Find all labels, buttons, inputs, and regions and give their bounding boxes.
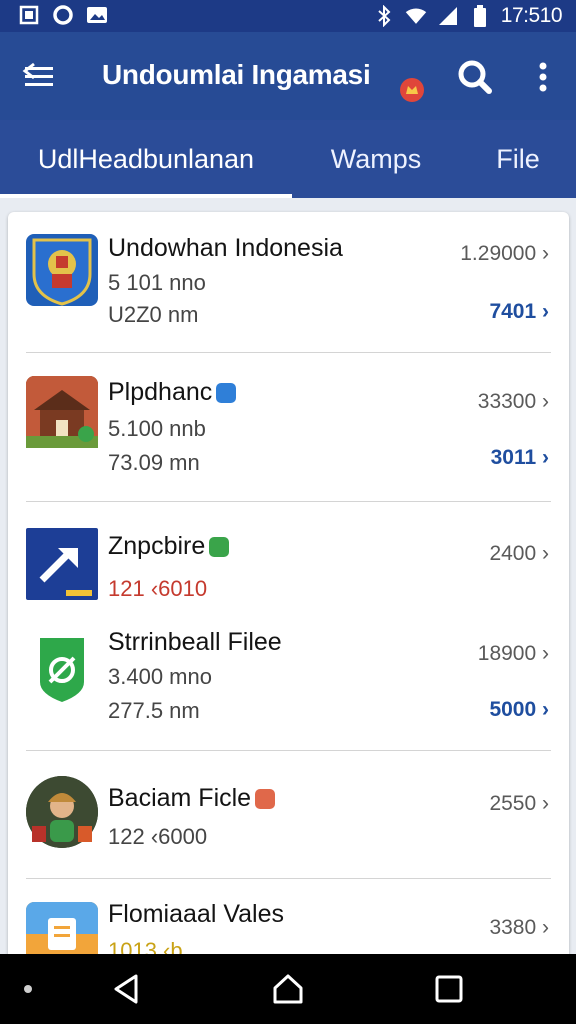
tab-udlheadbunlanan[interactable]: UdlHeadbunlanan xyxy=(0,120,292,198)
item-subtitle: 122 ‹6000 xyxy=(108,824,208,849)
more-vert-icon[interactable] xyxy=(528,60,558,94)
circle-icon xyxy=(52,4,74,26)
item-title: Undowhan Indonesia xyxy=(108,234,343,262)
item-size: U2Z0 nm xyxy=(108,302,199,327)
avatar-icon xyxy=(26,776,98,848)
home-icon[interactable] xyxy=(271,972,305,1006)
item-count: 33300 › xyxy=(477,390,549,413)
item-title-text: Znpcbire xyxy=(108,532,206,560)
arrow-app-icon xyxy=(26,528,98,600)
item-count-value: 3380 xyxy=(489,916,537,939)
item-count2-value: 5000 xyxy=(489,698,537,721)
item-count-value: 33300 xyxy=(477,390,537,413)
item-count2: 3011 › xyxy=(490,446,549,469)
item-count2: 7401 › xyxy=(489,300,549,323)
badge-icon xyxy=(216,383,237,404)
badge-icon xyxy=(209,537,230,558)
notification-badge xyxy=(400,78,424,102)
list-item[interactable]: Strrinbeall Filee 3.400 mno 277.5 nm 189… xyxy=(8,614,569,754)
item-count: 1.29000 › xyxy=(460,242,549,265)
item-title: Plpdhanc xyxy=(108,378,237,407)
item-size: 277.5 nm xyxy=(108,698,200,723)
sim-icon xyxy=(18,4,40,26)
item-count-value: 2550 xyxy=(489,792,537,815)
item-count2-value: 3011 xyxy=(490,446,537,469)
item-subtitle: 3.400 mno xyxy=(108,664,212,689)
green-shield-icon xyxy=(26,632,98,704)
house-icon xyxy=(26,376,98,448)
item-title: Flomiaaal Vales xyxy=(108,900,285,928)
recents-icon[interactable] xyxy=(432,972,466,1006)
emblem-icon xyxy=(26,234,98,306)
list-item[interactable]: Baciam Ficle 122 ‹6000 2550 › xyxy=(8,752,569,878)
item-size: 73.09 mn xyxy=(108,450,200,475)
item-count: 2400 › xyxy=(489,542,549,565)
signal-icon xyxy=(437,5,459,27)
item-title: Znpcbire xyxy=(108,532,230,561)
item-count2: 5000 › xyxy=(489,698,549,721)
divider xyxy=(26,352,551,353)
bluetooth-icon xyxy=(373,5,395,27)
item-count-value: 2400 xyxy=(489,542,537,565)
item-count-value: 1.29000 xyxy=(460,242,537,265)
app-title: Undoumlai Ingamasi xyxy=(102,59,371,90)
item-title: Strrinbeall Filee xyxy=(108,628,282,656)
badge-icon xyxy=(255,789,276,810)
tab-wamps[interactable]: Wamps xyxy=(292,120,460,198)
list-card: Undowhan Indonesia 5 101 nno U2Z0 nm 1.2… xyxy=(8,212,569,972)
menu-icon[interactable] xyxy=(22,60,56,94)
item-count2-value: 7401 xyxy=(489,300,537,323)
app-bar: Undoumlai Ingamasi xyxy=(0,32,576,120)
list-item[interactable]: Znpcbire 121 ‹6010 2400 › xyxy=(8,502,569,614)
status-time: 17:510 xyxy=(500,4,563,27)
status-left-icons xyxy=(18,4,108,26)
item-title: Baciam Ficle xyxy=(108,784,276,813)
item-title-text: Baciam Ficle xyxy=(108,784,252,812)
list-item[interactable]: Undowhan Indonesia 5 101 nno U2Z0 nm 1.2… xyxy=(8,212,569,354)
navigation-bar xyxy=(0,954,576,1024)
item-count-value: 18900 xyxy=(477,642,537,665)
item-subtitle: 5 101 nno xyxy=(108,270,206,295)
image-icon xyxy=(86,4,108,26)
item-title-text: Plpdhanc xyxy=(108,378,213,406)
back-icon[interactable] xyxy=(110,972,144,1006)
battery-icon xyxy=(469,5,491,27)
list-item[interactable]: Plpdhanc 5.100 nnb 73.09 mn 33300 › 3011… xyxy=(8,354,569,502)
search-icon[interactable] xyxy=(456,58,494,96)
item-count: 2550 › xyxy=(489,792,549,815)
item-subtitle: 121 ‹6010 xyxy=(108,576,208,601)
tab-indicator xyxy=(0,194,292,198)
tab-bar: UdlHeadbunlanan Wamps File xyxy=(0,120,576,198)
item-count: 3380 › xyxy=(489,916,549,939)
item-subtitle: 5.100 nnb xyxy=(108,416,206,441)
divider xyxy=(26,750,551,751)
tab-file[interactable]: File xyxy=(460,120,576,198)
divider xyxy=(26,878,551,879)
wifi-icon xyxy=(405,5,427,27)
status-right-icons: 17:510 xyxy=(373,4,563,28)
dot-icon xyxy=(14,972,48,1006)
status-bar: 17:510 xyxy=(0,0,576,32)
item-count: 18900 › xyxy=(477,642,549,665)
